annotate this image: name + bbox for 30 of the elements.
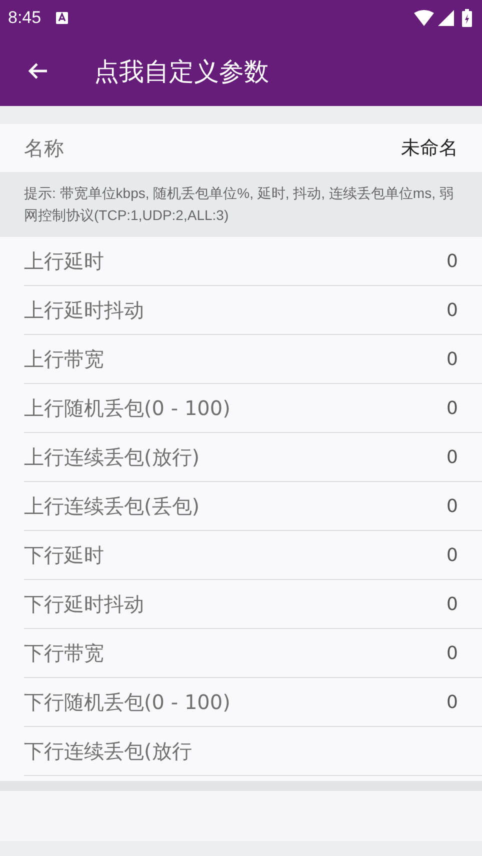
hint-text: 提示: 带宽单位kbps, 随机丢包单位%, 延时, 抖动, 连续丢包单位ms, 弱网控制协议(TCP:1,UDP:2,ALL:3) <box>0 172 482 237</box>
param-value[interactable]: 0 <box>446 446 458 468</box>
param-value[interactable]: 0 <box>446 594 458 614</box>
param-label[interactable]: 下行延时 <box>24 542 104 568</box>
battery-icon <box>462 9 472 27</box>
page-title: 点我自定义参数 <box>94 56 269 88</box>
param-value[interactable]: 0 <box>446 300 458 320</box>
param-value[interactable]: 0 <box>446 642 458 664</box>
notification-icon <box>55 11 70 25</box>
param-value[interactable]: 0 <box>446 348 458 370</box>
param-label[interactable]: 上行延时抖动 <box>24 296 144 324</box>
param-label[interactable]: 下行延时抖动 <box>24 590 144 618</box>
param-label[interactable]: 上行带宽 <box>24 346 104 372</box>
signal-icon <box>438 10 454 26</box>
param-label[interactable]: 下行连续丢包(放行 <box>24 738 192 764</box>
param-value[interactable]: 0 <box>446 692 458 712</box>
param-value[interactable]: 0 <box>446 398 458 418</box>
param-label[interactable]: 上行连续丢包(放行) <box>24 444 200 470</box>
wifi-icon <box>414 10 434 26</box>
param-label[interactable]: 下行随机丢包(0 - 100) <box>24 688 230 716</box>
param-value[interactable]: 0 <box>446 544 458 566</box>
param-value[interactable]: 0 <box>446 250 458 272</box>
name-value[interactable]: 未命名 <box>401 135 458 161</box>
name-label: 名称 <box>24 134 64 162</box>
param-label[interactable]: 上行连续丢包(丢包) <box>24 492 200 520</box>
param-label[interactable]: 上行随机丢包(0 - 100) <box>24 394 230 422</box>
status-time: 8:45 <box>8 8 42 28</box>
param-label[interactable]: 下行带宽 <box>24 640 104 666</box>
param-value[interactable]: 0 <box>446 496 458 516</box>
param-label[interactable]: 上行延时 <box>24 248 104 274</box>
